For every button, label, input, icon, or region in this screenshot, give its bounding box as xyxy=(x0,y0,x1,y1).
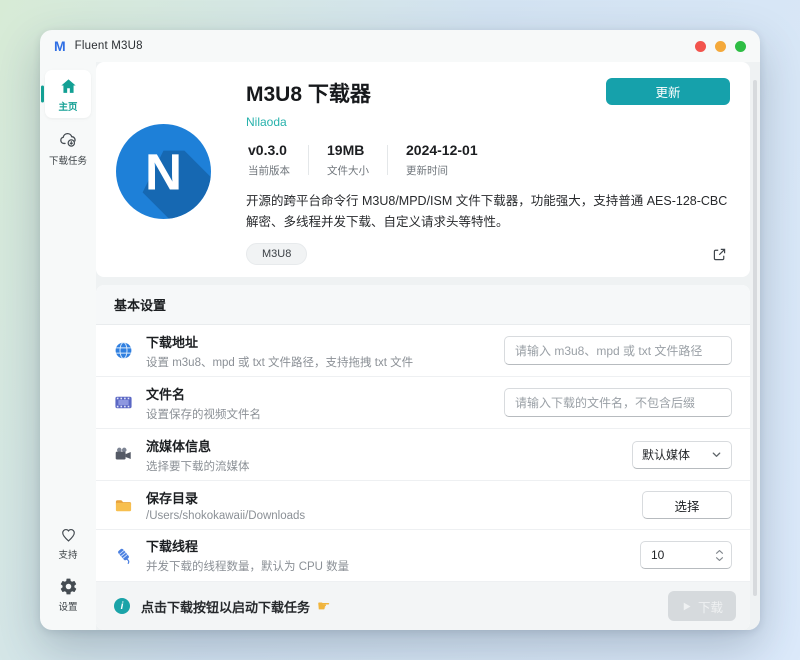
setting-row-stream-info: 流媒体信息 选择要下载的流媒体 默认媒体 xyxy=(96,429,750,481)
sidebar-item-label: 下载任务 xyxy=(49,153,87,167)
active-indicator xyxy=(41,86,44,103)
window-controls xyxy=(695,41,746,52)
app-header-card: N M3U8 下载器 Nilaoda v0.3.0 当前版本 19MB xyxy=(96,62,750,277)
download-url-input[interactable] xyxy=(504,336,732,365)
download-button-label: 下载 xyxy=(698,597,723,616)
home-icon xyxy=(59,77,78,96)
choose-directory-button[interactable]: 选择 xyxy=(642,491,732,519)
setting-subtitle: 设置保存的视频文件名 xyxy=(146,406,261,422)
update-button[interactable]: 更新 xyxy=(606,78,730,105)
setting-title: 流媒体信息 xyxy=(146,436,250,455)
gear-icon xyxy=(59,577,78,596)
chevron-down-icon xyxy=(711,449,722,460)
author-link[interactable]: Nilaoda xyxy=(246,115,730,129)
thread-count-stepper[interactable] xyxy=(640,541,732,569)
cloud-download-icon xyxy=(58,129,79,150)
chevron-down-icon xyxy=(715,556,724,562)
setting-subtitle: 并发下载的线程数量，默认为 CPU 数量 xyxy=(146,558,349,574)
media-select-value: 默认媒体 xyxy=(642,446,690,463)
maximize-window-button[interactable] xyxy=(735,41,746,52)
globe-icon xyxy=(114,341,133,360)
app-icon: N xyxy=(116,124,211,219)
play-icon xyxy=(681,601,692,612)
stepper-buttons[interactable] xyxy=(715,549,731,562)
setting-title: 下载地址 xyxy=(146,332,413,351)
setting-row-save-dir: 保存目录 /Users/shokokawaii/Downloads 选择 xyxy=(96,481,750,529)
thread-icon xyxy=(114,546,133,565)
info-icon: i xyxy=(114,598,130,614)
section-title: 基本设置 xyxy=(96,285,750,325)
app-window: M Fluent M3U8 主页 下载任务 xyxy=(40,30,760,630)
setting-title: 保存目录 xyxy=(146,488,305,507)
setting-subtitle: /Users/shokokawaii/Downloads xyxy=(146,510,305,522)
share-button[interactable] xyxy=(711,246,728,263)
media-select[interactable]: 默认媒体 xyxy=(632,441,732,469)
thread-count-input[interactable] xyxy=(641,548,701,562)
movie-camera-icon xyxy=(114,445,133,464)
stat-filesize: 19MB 文件大小 xyxy=(309,142,387,178)
setting-subtitle: 选择要下载的流媒体 xyxy=(146,458,250,474)
stat-version: v0.3.0 当前版本 xyxy=(246,142,308,178)
main-content: N M3U8 下载器 Nilaoda v0.3.0 当前版本 19MB xyxy=(96,62,760,630)
titlebar: M Fluent M3U8 xyxy=(40,30,760,62)
pointing-right-icon: ☛ xyxy=(317,597,330,615)
sidebar: 主页 下载任务 支持 设置 xyxy=(40,62,96,630)
close-window-button[interactable] xyxy=(695,41,706,52)
sidebar-item-home[interactable]: 主页 xyxy=(45,70,91,118)
stat-updated: 2024-12-01 更新时间 xyxy=(388,142,496,178)
minimize-window-button[interactable] xyxy=(715,41,726,52)
filename-input[interactable] xyxy=(504,388,732,417)
sidebar-item-label: 设置 xyxy=(58,599,77,613)
setting-row-download-url: 下载地址 设置 m3u8、mpd 或 txt 文件路径，支持拖拽 txt 文件 xyxy=(96,325,750,377)
scrollbar[interactable] xyxy=(753,80,757,596)
sidebar-item-settings[interactable]: 设置 xyxy=(45,570,91,618)
setting-title: 文件名 xyxy=(146,384,261,403)
setting-title: 下载线程 xyxy=(146,536,349,555)
svg-text:N: N xyxy=(145,144,182,201)
window-title: Fluent M3U8 xyxy=(75,40,143,52)
basic-settings-card: 基本设置 下载地址 设置 m3u8、m xyxy=(96,285,750,630)
download-hint-bar: i 点击下载按钮以启动下载任务 ☛ 下载 xyxy=(96,582,750,630)
chevron-up-icon xyxy=(715,549,724,555)
app-stats: v0.3.0 当前版本 19MB 文件大小 2024-12-01 更新时间 xyxy=(246,142,730,178)
sidebar-item-download-tasks[interactable]: 下载任务 xyxy=(45,122,91,172)
film-icon xyxy=(114,393,133,412)
setting-row-filename: 文件名 设置保存的视频文件名 xyxy=(96,377,750,429)
heart-icon xyxy=(59,525,78,544)
sidebar-item-support[interactable]: 支持 xyxy=(45,518,91,566)
share-icon xyxy=(711,246,728,263)
setting-subtitle: 设置 m3u8、mpd 或 txt 文件路径，支持拖拽 txt 文件 xyxy=(146,354,413,370)
download-hint-text: 点击下载按钮以启动下载任务 xyxy=(141,597,310,616)
setting-row-threads: 下载线程 并发下载的线程数量，默认为 CPU 数量 xyxy=(96,530,750,582)
app-logo-icon: M xyxy=(54,38,66,54)
folder-icon xyxy=(114,496,133,515)
sidebar-item-label: 支持 xyxy=(58,547,77,561)
tag-m3u8[interactable]: M3U8 xyxy=(246,243,307,265)
app-description: 开源的跨平台命令行 M3U8/MPD/ISM 文件下载器，功能强大，支持普通 A… xyxy=(246,191,730,232)
sidebar-item-label: 主页 xyxy=(58,99,77,113)
download-button[interactable]: 下载 xyxy=(668,591,736,621)
